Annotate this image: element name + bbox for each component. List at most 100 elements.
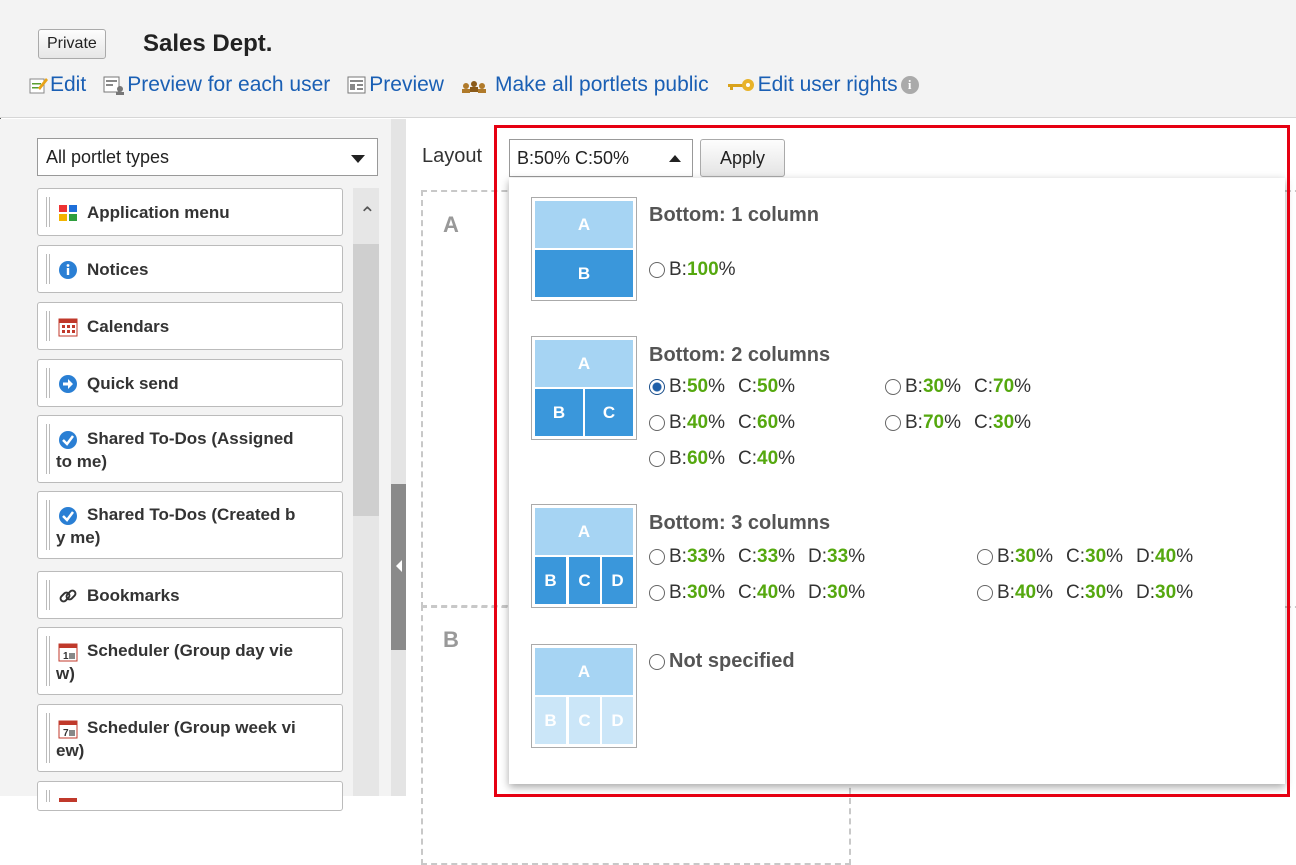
layout-select[interactable]: B:50% C:50%	[509, 139, 693, 177]
day-calendar-icon: 1	[58, 643, 78, 662]
chevron-up-icon[interactable]: ⌃	[359, 205, 376, 225]
portlet-item-calendars[interactable]: Calendars	[37, 302, 343, 350]
radio-button[interactable]	[649, 415, 665, 431]
drag-handle[interactable]	[46, 197, 50, 227]
option-key: B:	[669, 448, 687, 469]
preview-for-each-user-link[interactable]: Preview for each user	[103, 73, 330, 97]
radio-button-selected[interactable]	[649, 379, 665, 395]
percent-sign: %	[848, 582, 866, 603]
portlet-item-shared-todos-created[interactable]: Shared To-Dos (Created b y me)	[37, 491, 343, 559]
option-value: 70	[922, 412, 945, 433]
scrollbar-thumb[interactable]	[353, 244, 379, 516]
make-all-portlets-public-link[interactable]: Make all portlets public	[461, 73, 709, 97]
drag-handle[interactable]	[46, 311, 50, 341]
drag-handle[interactable]	[46, 368, 50, 398]
option-value: 30	[1085, 582, 1107, 603]
radio-button[interactable]	[977, 585, 993, 601]
radio-button[interactable]	[649, 585, 665, 601]
drag-handle[interactable]	[46, 424, 50, 474]
portlet-item-partial[interactable]	[37, 781, 343, 811]
thumb-cell-d: D	[602, 557, 633, 604]
apply-button[interactable]: Apply	[700, 139, 785, 177]
percent-sign: %	[708, 412, 725, 433]
portlet-item-notices[interactable]: Notices	[37, 245, 343, 293]
portlet-item-quick-send[interactable]: Quick send	[37, 359, 343, 407]
portlet-label: Calendars	[87, 317, 170, 336]
portlet-label: Shared To-Dos (Assigned	[87, 429, 294, 448]
option-value: 40	[1155, 546, 1177, 567]
calendar-icon	[58, 318, 78, 337]
option-value: 50	[686, 376, 709, 397]
percent-sign: %	[848, 546, 866, 567]
option-value: 40	[686, 412, 709, 433]
private-badge[interactable]: Private	[38, 29, 106, 59]
percent-sign: %	[1014, 376, 1032, 397]
portlet-label: Bookmarks	[87, 586, 180, 605]
drag-handle[interactable]	[46, 500, 50, 550]
radio-button[interactable]	[885, 379, 901, 395]
portlet-label-cont: y me)	[56, 528, 101, 547]
radio-button[interactable]	[977, 549, 993, 565]
layout-option-b30-c30-d40[interactable]: B: 30% C: 30% D: 40%	[977, 546, 1193, 568]
radio-button[interactable]	[885, 415, 901, 431]
layout-option-b33-c33-d33[interactable]: B: 33% C: 33% D: 33%	[649, 546, 865, 568]
percent-sign: %	[778, 582, 796, 603]
layout-option-b50-c50[interactable]: B: 50% C: 50%	[649, 376, 795, 398]
percent-sign: %	[708, 448, 725, 469]
percent-sign: %	[1106, 546, 1124, 567]
percent-sign: %	[708, 546, 725, 567]
option-key: B:	[997, 546, 1015, 567]
portlet-item-scheduler-group-day[interactable]: 1 Scheduler (Group day vie w)	[37, 627, 343, 695]
layout-option-b100[interactable]: B: 100%	[649, 259, 736, 281]
option-value: 33	[827, 546, 849, 567]
option-value: 30	[922, 376, 945, 397]
option-value: 33	[757, 546, 779, 567]
radio-button[interactable]	[649, 549, 665, 565]
edit-user-rights-link[interactable]: Edit user rights	[726, 73, 898, 97]
portlet-type-select[interactable]: All portlet types	[37, 138, 378, 176]
portlet-item-shared-todos-assigned[interactable]: Shared To-Dos (Assigned to me)	[37, 415, 343, 483]
layout-option-b40-c60[interactable]: B: 40% C: 60%	[649, 412, 795, 434]
group-title-2-columns: Bottom: 2 columns	[649, 344, 831, 366]
layout-label: Layout	[422, 145, 483, 167]
percent-sign: %	[718, 259, 736, 280]
radio-button[interactable]	[649, 451, 665, 467]
preview-link[interactable]: Preview	[347, 73, 444, 97]
portlet-item-bookmarks[interactable]: Bookmarks	[37, 571, 343, 619]
radio-button[interactable]	[649, 653, 665, 670]
drag-handle[interactable]	[46, 790, 50, 802]
svg-text:7: 7	[63, 728, 69, 739]
layout-option-b70-c30[interactable]: B: 70% C: 30%	[885, 412, 1031, 434]
thumb-cell-b: B	[535, 557, 566, 604]
pane-splitter[interactable]	[391, 119, 406, 796]
option-key: D:	[808, 546, 828, 567]
option-value: 70	[993, 376, 1015, 397]
layout-option-b30-c40-d30[interactable]: B: 30% C: 40% D: 30%	[649, 582, 865, 604]
portlet-label: Shared To-Dos (Created b	[87, 505, 296, 524]
edit-link[interactable]: Edit	[28, 73, 86, 97]
drag-handle[interactable]	[46, 254, 50, 284]
layout-option-b40-c30-d30[interactable]: B: 40% C: 30% D: 30%	[977, 582, 1193, 604]
sidebar-scrollbar[interactable]: ⌃	[353, 188, 379, 796]
percent-sign: %	[1176, 582, 1194, 603]
app-menu-icon	[59, 205, 77, 221]
make-all-portlets-public-label: Make all portlets public	[494, 73, 709, 96]
percent-sign: %	[778, 448, 796, 469]
portlet-item-scheduler-group-week[interactable]: 7 Scheduler (Group week vi ew)	[37, 704, 343, 772]
not-specified-label: Not specified	[669, 650, 795, 672]
option-key: B:	[669, 582, 687, 603]
layout-option-b60-c40[interactable]: B: 60% C: 40%	[649, 448, 795, 470]
radio-button[interactable]	[649, 262, 665, 278]
portlet-item-application-menu[interactable]: Application menu	[37, 188, 343, 236]
portlet-label: Scheduler (Group week vi	[87, 718, 296, 737]
option-key: B:	[997, 582, 1015, 603]
drag-handle[interactable]	[46, 713, 50, 763]
layout-option-not-specified[interactable]: Not specified	[649, 650, 795, 673]
drag-handle[interactable]	[46, 580, 50, 610]
layout-option-b30-c70[interactable]: B: 30% C: 70%	[885, 376, 1031, 398]
portlet-label: Scheduler (Group day vie	[87, 641, 293, 660]
drag-handle[interactable]	[46, 636, 50, 686]
preview-icon	[347, 76, 366, 94]
info-icon[interactable]: i	[900, 76, 919, 94]
week-calendar-icon: 7	[58, 720, 78, 739]
